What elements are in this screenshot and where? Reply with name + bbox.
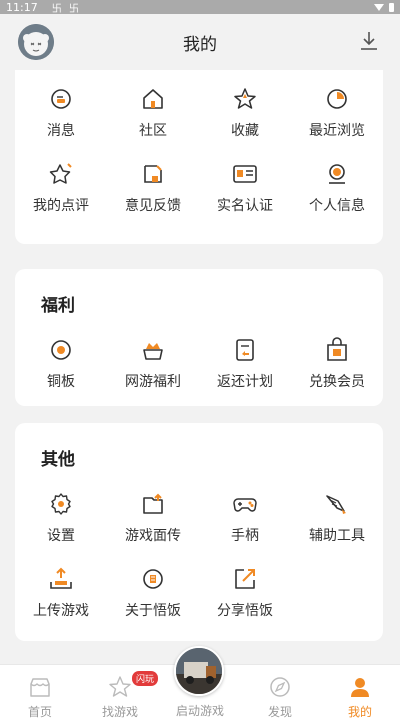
nav-find-games[interactable]: 找游戏 闪玩	[80, 665, 160, 720]
card-main: 消息 社区 收藏 最近浏览 我的点评 意见反馈 实名认证 个人信息	[15, 70, 383, 244]
feedback-icon	[144, 165, 162, 183]
about-icon	[143, 569, 163, 589]
gamepad-icon	[233, 498, 257, 512]
home-icon	[143, 89, 163, 109]
star-icon	[234, 88, 256, 109]
id-card-icon	[233, 165, 257, 183]
nav-discover[interactable]: 发现	[240, 665, 320, 720]
menu-item-gamepad[interactable]: 手柄	[199, 481, 291, 556]
menu-item-settings[interactable]: 设置	[15, 481, 107, 556]
section-title-other: 其他	[41, 450, 75, 470]
menu-item-favorites[interactable]: 收藏	[199, 76, 291, 151]
refund-icon	[236, 339, 254, 361]
review-star-icon	[49, 163, 72, 184]
nav-launch-game-label[interactable]: 启动游戏	[160, 702, 240, 719]
content-area[interactable]: 消息 社区 收藏 最近浏览 我的点评 意见反馈 实名认证 个人信息 福利 铜板 …	[0, 70, 400, 664]
status-notifications: 卐 卐	[51, 3, 81, 15]
star-outline-icon	[109, 676, 131, 697]
card-other: 其他 设置 游戏面传 手柄 辅助工具 上传游戏 关于悟饭 分享悟饭	[15, 423, 383, 641]
message-icon	[51, 89, 71, 109]
history-icon	[327, 89, 347, 109]
menu-item-community[interactable]: 社区	[107, 76, 199, 151]
menu-item-assist-tools[interactable]: 辅助工具	[291, 481, 383, 556]
share-icon	[235, 569, 255, 589]
wing-icon	[326, 495, 346, 514]
menu-item-personal-info[interactable]: 个人信息	[291, 151, 383, 226]
vip-bag-icon	[327, 337, 347, 361]
menu-item-feedback[interactable]: 意见反馈	[107, 151, 199, 226]
menu-item-refund-plan[interactable]: 返还计划	[199, 327, 291, 402]
profile-icon	[329, 164, 345, 184]
wifi-icon	[374, 3, 384, 11]
gift-crown-icon	[143, 343, 163, 360]
nav-home[interactable]: 首页	[0, 665, 80, 720]
menu-item-game-transfer[interactable]: 游戏面传	[107, 481, 199, 556]
nav-mine[interactable]: 我的	[320, 665, 400, 720]
menu-item-coins[interactable]: 铜板	[15, 327, 107, 402]
top-header: 我的	[0, 14, 400, 70]
avatar[interactable]	[18, 24, 54, 60]
section-title-welfare: 福利	[41, 296, 75, 316]
menu-item-online-game-welfare[interactable]: 网游福利	[107, 327, 199, 402]
page-title: 我的	[183, 34, 217, 55]
person-icon	[351, 678, 369, 697]
menu-item-redeem-vip[interactable]: 兑换会员	[291, 327, 383, 402]
flash-play-badge: 闪玩	[132, 671, 159, 686]
menu-item-recent[interactable]: 最近浏览	[291, 76, 383, 151]
menu-item-about[interactable]: 关于悟饭	[107, 556, 199, 631]
compass-icon	[270, 677, 290, 697]
menu-item-my-reviews[interactable]: 我的点评	[15, 151, 107, 226]
battery-icon	[389, 2, 394, 12]
menu-item-upload-game[interactable]: 上传游戏	[15, 556, 107, 631]
gear-icon	[51, 493, 71, 515]
menu-item-real-name[interactable]: 实名认证	[199, 151, 291, 226]
upload-folder-icon	[143, 493, 163, 514]
launch-game-thumbnail[interactable]	[174, 646, 224, 696]
menu-item-messages[interactable]: 消息	[15, 76, 107, 151]
upload-tray-icon	[50, 567, 72, 589]
status-bar: 11:17 卐 卐	[0, 0, 400, 15]
menu-item-share[interactable]: 分享悟饭	[199, 556, 291, 631]
status-time: 11:17	[6, 0, 38, 14]
coin-icon	[51, 340, 71, 360]
shop-icon	[30, 678, 50, 697]
card-welfare: 福利 铜板 网游福利 返还计划 兑换会员	[15, 269, 383, 406]
download-icon[interactable]	[358, 30, 380, 52]
